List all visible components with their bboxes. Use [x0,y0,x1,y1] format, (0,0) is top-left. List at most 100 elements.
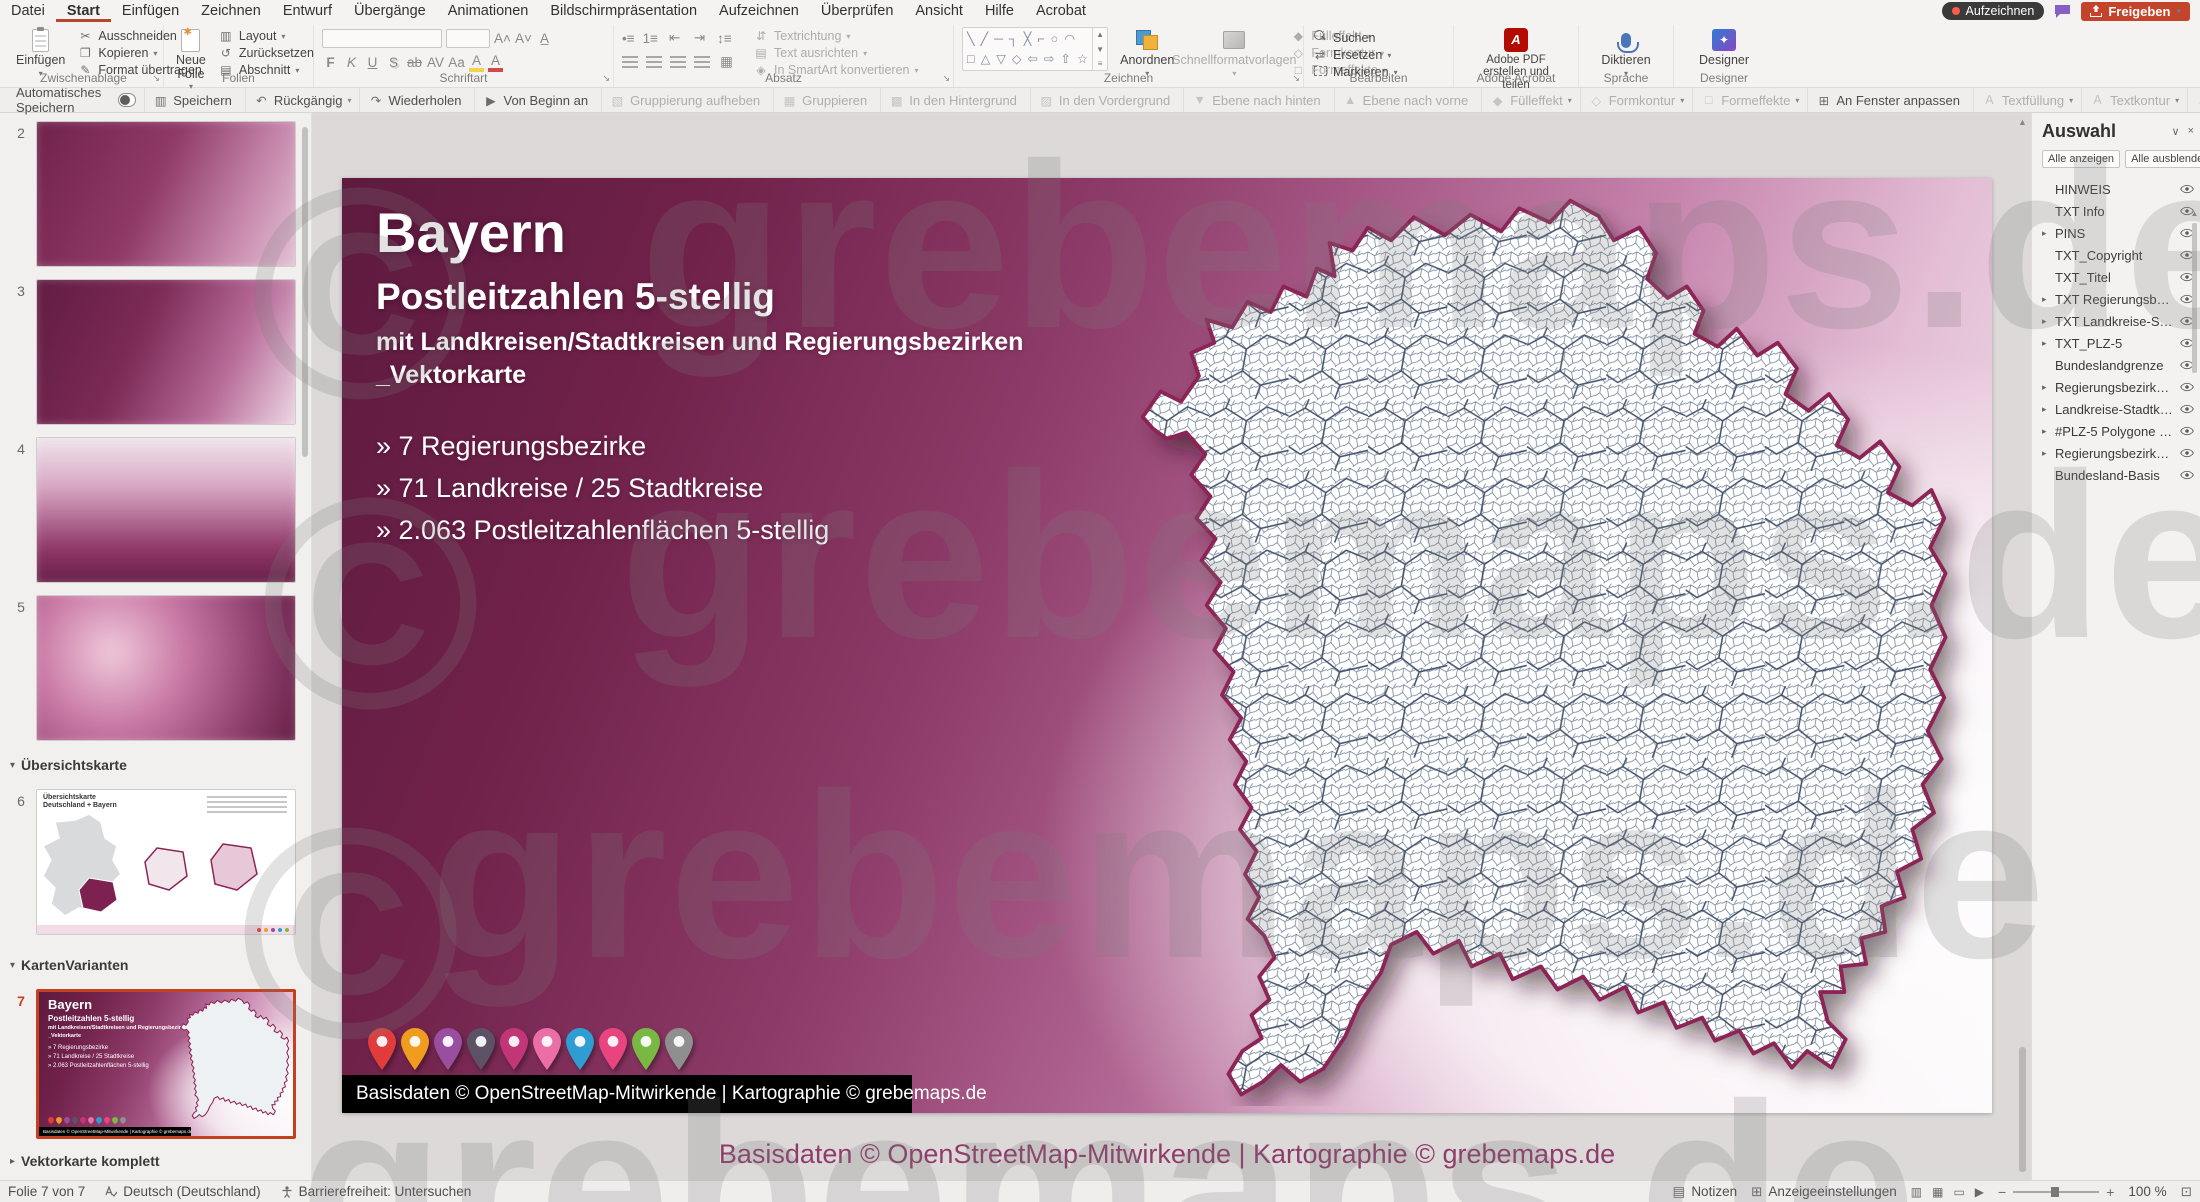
scroll-up-icon[interactable]: ▲ [2016,117,2029,127]
selection-list-item[interactable]: TXT_Copyright [2042,244,2194,266]
text-shadow-button[interactable]: S [385,55,402,70]
quickbar-button[interactable]: ▲ Ebene nach vorne [1333,88,1482,112]
decrease-indent-button[interactable]: ⇤ [666,30,683,46]
selection-list-item[interactable]: HINWEIS [2042,178,2194,200]
zoom-level[interactable]: 100 % [2128,1184,2166,1199]
quickbar-button[interactable]: ▼ Ebene nach hinten [1183,88,1333,112]
record-button[interactable]: Aufzeichnen [1941,2,2045,20]
shape-icon[interactable]: □ [967,53,975,66]
align-left-button[interactable] [622,56,638,68]
quickbar-button[interactable]: ▧ Gruppierung aufheben [601,88,773,112]
dialog-launcher-icon[interactable]: ↘ [942,73,950,84]
shape-gallery[interactable]: ╲ ╱ ─ ┐ ╳ ⌐ ○ ◠ □ △ ▽ ◇ ⇦ ⇨ ⇧ ☆ ▲ ▼ ≡ [962,27,1109,71]
slideshow-view-button[interactable]: ▶ [1975,1185,1984,1199]
autosave-toggle[interactable] [117,93,137,107]
section-collapse-icon[interactable]: ▾ [10,760,15,771]
selection-list-item[interactable]: ▸ TXT_PLZ-5 [2042,332,2194,354]
menu-item[interactable]: Überprüfen [810,0,905,22]
menu-item[interactable]: Acrobat [1025,0,1097,22]
quickbar-button[interactable]: A Textkontur ▾ [2081,88,2187,112]
normal-view-button[interactable]: ▥ [1911,1185,1922,1199]
quickbar-button[interactable]: □ Formeffekte ▾ [1692,88,1807,112]
slide-thumbnail-4[interactable] [36,437,296,583]
designer-button[interactable]: ✦ Designer [1695,27,1753,69]
slide-thumbnail-3[interactable] [36,279,296,425]
selection-list-item[interactable]: ▸ Regierungsbezirke farbig [2042,442,2194,464]
shrink-font-button[interactable]: A˅ [515,31,532,46]
text-direction-button[interactable]: ⇵ Textrichtung ▾ [753,29,918,43]
selection-pane-scrollbar[interactable]: ▲ [2190,209,2199,1172]
menu-item[interactable]: Aufzeichnen [708,0,810,22]
selection-list-item[interactable]: ▸ Landkreise-Stadtkreise [2042,398,2194,420]
dialog-launcher-icon[interactable]: ↘ [152,73,160,84]
selection-list-item[interactable]: TXT Info [2042,200,2194,222]
pane-options-icon[interactable]: ∨ [2172,125,2180,138]
scroll-down-icon[interactable]: ▼ [1096,45,1104,54]
share-button[interactable]: Freigeben ▾ [2081,1,2190,21]
section-collapse-icon[interactable]: ▸ [10,1156,15,1167]
zoom-slider-knob[interactable] [2051,1186,2060,1197]
hide-all-button[interactable]: Alle ausblenden [2125,150,2200,168]
reset-button[interactable]: ↺ Zurücksetzen [218,46,314,60]
autosave-control[interactable]: Automatisches Speichern [8,85,144,115]
zoom-slider[interactable] [2013,1186,2100,1197]
underline-button[interactable]: U [364,55,381,70]
align-center-button[interactable] [646,56,662,68]
slide-thumbnail-6[interactable]: Übersichtskarte Deutschland + Bayern [36,789,296,935]
dialog-launcher-icon[interactable]: ↘ [1292,73,1300,84]
zoom-in-button[interactable]: + [2106,1184,2114,1200]
selection-list-item[interactable]: TXT_Titel [2042,266,2194,288]
bavaria-map[interactable] [1106,184,1986,1106]
shape-icon[interactable]: ⇨ [1044,53,1054,66]
align-right-button[interactable] [670,56,686,68]
menu-item[interactable]: Animationen [437,0,540,22]
display-settings-button[interactable]: ⊞ Anzeigeeinstellungen [1751,1184,1897,1200]
quickbar-button[interactable]: ⊞ An Fenster anpassen [1807,88,1973,112]
layout-button[interactable]: ▥ Layout ▾ [218,29,314,43]
scrollbar-thumb[interactable] [2019,1047,2026,1172]
align-text-button[interactable]: ▤ Text ausrichten ▾ [753,46,918,60]
slide-attribution-bar[interactable]: Basisdaten © OpenStreetMap-Mitwirkende |… [342,1075,987,1113]
expand-chevron-icon[interactable]: ▸ [2042,294,2052,305]
character-spacing-button[interactable]: AV [427,55,444,70]
menu-item[interactable]: Hilfe [974,0,1025,22]
slide-subtitle[interactable]: Postleitzahlen 5-stellig [376,276,775,318]
shape-icon[interactable]: ○ [1051,33,1059,46]
shape-icon[interactable]: ┐ [1009,33,1018,46]
quickbar-button[interactable]: ▶ Von Beginn an [474,88,601,112]
selection-list-item[interactable]: Bundesland-Basis [2042,464,2194,486]
slide-subline-2[interactable]: _Vektorkarte [376,361,526,390]
font-color-button[interactable]: A [488,54,503,72]
shape-icon[interactable]: ◇ [1012,53,1022,66]
canvas-scrollbar[interactable]: ▲ [2016,113,2029,1180]
selection-list-item[interactable]: ▸ #PLZ-5 Polygone (ohne Füll... [2042,420,2194,442]
comments-button[interactable] [2054,4,2071,19]
slide-thumbnail-5[interactable] [36,595,296,741]
gallery-more-icon[interactable]: ≡ [1098,59,1103,68]
selection-list-item[interactable]: ▸ TXT Regierungsbezirke [2042,288,2194,310]
menu-item[interactable]: Zeichnen [190,0,272,22]
fit-slide-button[interactable]: ⊡ [2181,1184,2192,1200]
section-header-overview[interactable]: ▾ Übersichtskarte [10,757,127,773]
justify-button[interactable] [694,56,710,68]
section-header-complete[interactable]: ▸ Vektorkarte komplett [10,1153,160,1169]
section-header-variants[interactable]: ▾ KartenVarianten [10,957,128,973]
shape-icon[interactable]: ─ [994,33,1003,46]
slide-subline-1[interactable]: mit Landkreisen/Stadtkreisen und Regieru… [376,328,1023,357]
shape-icon[interactable]: △ [981,53,991,66]
menu-item[interactable]: Entwurf [272,0,343,22]
shape-icon[interactable]: ⇧ [1060,53,1070,66]
increase-indent-button[interactable]: ⇥ [691,30,708,46]
accessibility-checker[interactable]: Barrierefreiheit: Untersuchen [281,1184,471,1199]
grow-font-button[interactable]: A˄ [494,31,511,46]
quickbar-button[interactable]: A Textfüllung ▾ [1972,88,2081,112]
selection-list-item[interactable]: ▸ PINS [2042,222,2194,244]
scroll-up-icon[interactable]: ▲ [1096,30,1104,39]
shape-icon[interactable]: ⌐ [1037,33,1044,46]
shape-icon[interactable]: ☆ [1077,53,1088,66]
zoom-control[interactable]: − + [1998,1184,2114,1200]
numbering-button[interactable]: 1≡ [643,31,658,46]
highlight-color-button[interactable]: A [469,54,484,72]
bold-button[interactable]: F [322,55,339,70]
font-size-input[interactable] [446,29,490,48]
